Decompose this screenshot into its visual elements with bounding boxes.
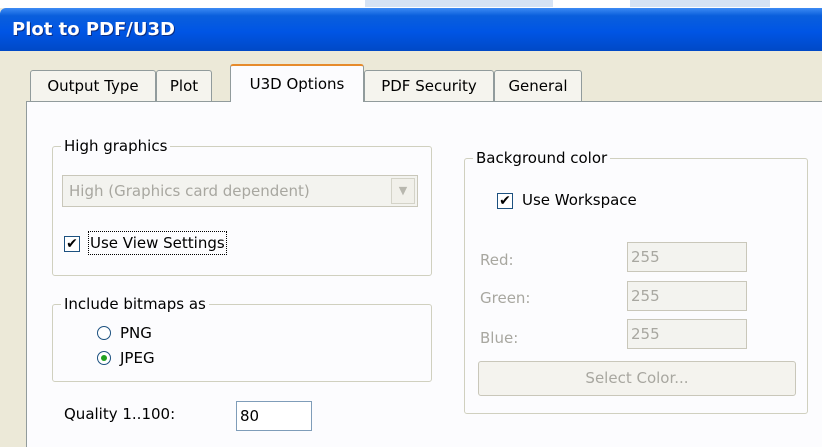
tab-pdf-security[interactable]: PDF Security	[364, 70, 494, 101]
jpeg-label[interactable]: JPEG	[120, 348, 155, 368]
tab-output-type[interactable]: Output Type	[30, 70, 156, 101]
use-workspace-label[interactable]: Use Workspace	[522, 190, 637, 210]
background-window-block	[630, 0, 770, 7]
png-radio[interactable]	[97, 326, 111, 340]
checkmark-icon: ✔	[66, 236, 78, 252]
green-input[interactable]: 255	[627, 281, 747, 311]
blue-input[interactable]: 255	[627, 319, 747, 349]
red-label: Red:	[480, 251, 514, 269]
png-label[interactable]: PNG	[120, 323, 152, 343]
graphics-quality-value: High (Graphics card dependent)	[69, 182, 310, 200]
background-window-block	[365, 0, 553, 7]
use-view-settings-label[interactable]: Use View Settings	[88, 231, 227, 255]
include-bitmaps-legend: Include bitmaps as	[61, 294, 209, 314]
tab-plot[interactable]: Plot	[156, 70, 212, 101]
checkmark-icon: ✔	[499, 193, 511, 209]
use-view-settings-checkbox[interactable]: ✔	[64, 236, 80, 252]
chevron-down-icon[interactable]: ▼	[391, 178, 415, 204]
tab-u3d-options[interactable]: U3D Options	[230, 64, 364, 102]
background-color-legend: Background color	[473, 148, 611, 168]
window-title: Plot to PDF/U3D	[12, 19, 175, 40]
blue-label: Blue:	[480, 329, 519, 347]
red-input[interactable]: 255	[627, 242, 747, 272]
quality-input[interactable]: 80	[236, 401, 312, 431]
include-bitmaps-group: Include bitmaps as	[52, 294, 432, 382]
graphics-quality-select[interactable]: High (Graphics card dependent) ▼	[62, 175, 418, 207]
green-label: Green:	[480, 289, 531, 307]
background-window-strip	[0, 0, 822, 8]
select-color-button[interactable]: Select Color...	[478, 361, 796, 396]
jpeg-radio[interactable]	[97, 351, 111, 365]
quality-label: Quality 1..100:	[64, 405, 176, 423]
tab-general[interactable]: General	[494, 70, 582, 101]
use-workspace-checkbox[interactable]: ✔	[497, 193, 513, 209]
high-graphics-group: High graphics	[52, 136, 432, 276]
high-graphics-legend: High graphics	[61, 136, 171, 156]
title-bar[interactable]: Plot to PDF/U3D	[0, 8, 822, 51]
